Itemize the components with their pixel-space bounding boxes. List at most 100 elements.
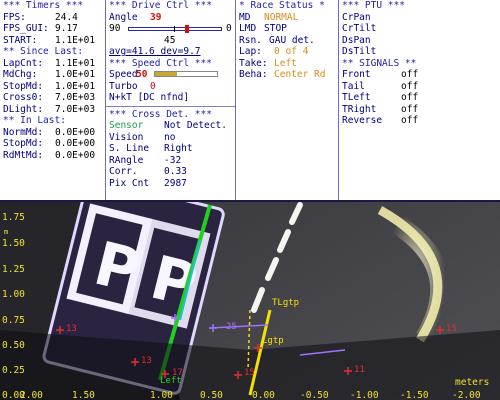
ptu-item: CrPan	[342, 11, 371, 23]
y-tick-label: 0.50	[2, 340, 25, 351]
signal-value: off	[401, 92, 419, 103]
ptu-header: *** PTU ***	[342, 0, 405, 11]
cross-value: Right	[164, 143, 193, 154]
signal-value: off	[401, 115, 419, 126]
race-label: LMD	[239, 23, 257, 34]
x-tick-label: 1.00	[150, 390, 173, 400]
angle-label: Angle	[109, 11, 138, 23]
y-unit-label: m	[4, 228, 9, 236]
race-value: Left	[274, 57, 297, 69]
lgtp-label: Lgtp	[262, 336, 284, 346]
cross-label: Corr.	[109, 166, 138, 177]
in-last-label: NormMd:	[3, 126, 44, 138]
since-label: Cross0:	[3, 92, 44, 103]
cross-label: Pix Cnt	[109, 177, 150, 189]
since-value: 1.0E+01	[55, 69, 96, 80]
in-last-label: StopMd:	[3, 138, 44, 149]
in-last-label: RdMtMd:	[3, 149, 44, 161]
x-tick-label: -1.00	[350, 390, 379, 400]
cross-label: RAngle	[109, 154, 144, 166]
status-panels: *** Timers *** FPS: 24.4 FPS_GUI: 9.17 STA…	[0, 0, 500, 200]
y-tick-label: 1.75	[2, 212, 25, 223]
x-tick-label: -1.50	[400, 390, 429, 400]
signal-label: Front	[342, 69, 371, 80]
signal-label: TRight	[342, 103, 377, 115]
marker-label: 25	[226, 322, 237, 332]
signal-value: off	[401, 80, 419, 92]
nkt-readout: N+kT [DC nfnd]	[109, 92, 190, 103]
marker-label: 13	[141, 356, 152, 366]
marker-label: 13	[66, 324, 77, 334]
cross-value: -32	[164, 154, 182, 166]
drive-ctrl-panel: *** Drive Ctrl *** Angle 39 90 0 45 avg=4…	[106, 0, 236, 200]
camera-view: P P 1.75 m 1.50 1.25 1.00 0.75 0.50 0.25…	[0, 200, 500, 400]
race-label: Lap:	[239, 46, 262, 57]
marker-label: 15	[244, 368, 255, 378]
speed-ctrl-header: *** Speed Ctrl ***	[109, 57, 212, 69]
ptu-item: DsPan	[342, 34, 371, 46]
signal-label: Tail	[342, 80, 365, 92]
x-tick-label: 0.50	[200, 390, 223, 400]
cross-value: no	[164, 131, 176, 143]
angle-slider[interactable]	[128, 25, 222, 33]
since-label: DLight:	[3, 103, 44, 115]
race-value: Center Rd	[274, 69, 326, 80]
y-tick-label: 1.00	[2, 289, 25, 300]
race-label: Take:	[239, 57, 268, 69]
y-tick-label: 0.75	[2, 315, 25, 326]
y-tick-label: 1.50	[2, 238, 25, 249]
race-label: Rsn.	[239, 34, 262, 46]
signal-label: Reverse	[342, 115, 383, 126]
y-tick-label: 0.25	[2, 365, 25, 376]
since-label: LapCnt:	[3, 57, 44, 69]
cross-label: S. Line	[109, 143, 150, 154]
in-last-value: 0.0E+00	[55, 149, 96, 161]
avg-dev-readout: avg=41.6 dev=9.7	[109, 46, 201, 57]
race-value: STOP	[264, 23, 287, 34]
ptu-item: CrTilt	[342, 23, 377, 34]
speed-label: Speed	[109, 69, 138, 80]
timers-header: *** Timers ***	[3, 0, 84, 11]
since-value: 7.0E+03	[55, 92, 96, 103]
timer-label: FPS_GUI:	[3, 23, 49, 34]
x-unit-label: meters	[455, 377, 490, 388]
cross-value: Not Detect.	[164, 120, 227, 131]
since-value: 7.0E+03	[55, 103, 96, 115]
since-value: 1.1E+01	[55, 57, 96, 69]
marker-label: 15	[446, 324, 457, 334]
timer-value: 24.4	[55, 11, 78, 23]
slider-max-label: 0	[226, 23, 232, 34]
since-last-header: ** Since Last:	[3, 46, 84, 57]
signals-header: ** SIGNALS **	[342, 57, 417, 69]
race-value: GAU det.	[269, 34, 315, 46]
in-last-value: 0.0E+00	[55, 138, 96, 149]
drive-ctrl-header: *** Drive Ctrl ***	[109, 0, 212, 11]
timer-label: FPS:	[3, 11, 26, 23]
race-label: MD	[239, 11, 251, 23]
signal-value: off	[401, 69, 419, 80]
marker-label: 17	[172, 368, 183, 378]
angle-value: 39	[150, 11, 162, 23]
turbo-label: Turbo	[109, 80, 138, 92]
cross-value: 2987	[164, 177, 187, 189]
signal-value: off	[401, 103, 419, 115]
cross-det-header: *** Cross Det. ***	[109, 108, 212, 120]
timers-panel: *** Timers *** FPS: 24.4 FPS_GUI: 9.17 STA…	[0, 0, 106, 200]
slider-thumb[interactable]	[184, 25, 189, 33]
x-tick-label: 2.00	[20, 390, 43, 400]
top-frame	[0, 200, 500, 202]
since-label: MdChg:	[3, 69, 38, 80]
in-last-header: ** In Last:	[3, 115, 66, 126]
x-tick-label: -0.50	[300, 390, 329, 400]
since-label: StopMd:	[3, 80, 44, 92]
slider-center-tick	[174, 26, 175, 32]
race-value: 0 of 4	[274, 46, 309, 57]
race-status-header: * Race Status *	[239, 0, 325, 11]
x-tick-label: 0.00	[252, 390, 275, 400]
timer-label: START:	[3, 34, 38, 46]
ptu-item: DsTilt	[342, 46, 377, 57]
race-status-panel: * Race Status * MD NORMAL LMD STOP Rsn. GAU…	[236, 0, 339, 200]
turbo-value: 0	[150, 80, 156, 92]
cross-value: 0.33	[164, 166, 187, 177]
since-value: 1.0E+01	[55, 80, 96, 92]
